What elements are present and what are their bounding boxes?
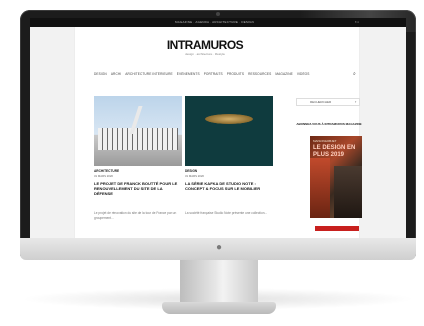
monitor-screen: MAGAZINE · AGENDA · ARCHITECTURE · DESIG…: [30, 18, 406, 238]
search-icon[interactable]: ⌕: [353, 71, 359, 77]
nav-item-archi[interactable]: ARCHI: [111, 72, 121, 78]
article-date-1: 31 MARS 2020: [94, 174, 113, 178]
sidebar-search-icon[interactable]: ›: [355, 99, 360, 105]
nav-item-resources[interactable]: RESSOURCES: [248, 72, 271, 78]
article-date-2: 31 MARS 2020: [185, 174, 204, 178]
ad-panel-red: [310, 158, 330, 218]
nav-item-magazine[interactable]: MAGAZINE: [275, 72, 292, 78]
sidebar-ad-banner[interactable]: MAISON&OBJET LE DESIGN EN PLUS 2019: [310, 136, 362, 218]
stage: MAGAZINE · AGENDA · ARCHITECTURE · DESIG…: [0, 0, 424, 326]
site-logo[interactable]: INTRAMUROS: [150, 38, 260, 52]
top-utility-links[interactable]: MAGAZINE · AGENDA · ARCHITECTURE · DESIG…: [175, 20, 315, 25]
site-tagline: design · architecture · lifestyle: [185, 52, 225, 56]
nav-item-events[interactable]: ÉVÉNEMENTS: [177, 72, 200, 78]
article-excerpt-1: Le projet de rénovation du site de la to…: [94, 211, 177, 220]
apple-logo-icon: ●: [215, 242, 223, 253]
monitor-stand-base: [162, 302, 276, 314]
nav-item-interior[interactable]: ARCHITECTURE INTÉRIEURE: [125, 72, 172, 78]
ad-panel-dark: [334, 166, 362, 218]
ad-headline: LE DESIGN EN PLUS 2019: [313, 145, 356, 158]
nav-item-design[interactable]: DESIGN: [94, 72, 107, 78]
nav-item-videos[interactable]: VIDÉOS: [297, 72, 310, 78]
nav-item-portraits[interactable]: PORTRAITS: [204, 72, 223, 78]
monitor-stand-neck: [180, 260, 258, 304]
page-gutter-right: [359, 18, 406, 238]
social-icons[interactable]: f t i: [355, 20, 375, 25]
building-facade: [98, 128, 178, 150]
article-image-2[interactable]: [185, 96, 273, 166]
article-excerpt-2: La société française Studio Note présent…: [185, 211, 268, 215]
article-title-1[interactable]: LE PROJET DE FRANCK BOUTTÉ POUR LE RENOU…: [94, 181, 178, 201]
page-gutter-left: [30, 18, 75, 238]
golden-object: [205, 114, 253, 124]
webcam-dot: [216, 12, 220, 16]
article-image-1[interactable]: [94, 96, 182, 166]
ad-footer-strip[interactable]: [315, 226, 359, 231]
ad-brand: MAISON&OBJET: [313, 139, 337, 143]
main-nav: DESIGN ARCHI ARCHITECTURE INTÉRIEURE ÉVÉ…: [94, 72, 344, 78]
nav-item-products[interactable]: PRODUITS: [227, 72, 244, 78]
sidebar-heading: ABONNEZ-VOUS À INTRAMUROS MAGAZINE: [296, 122, 362, 126]
article-title-2[interactable]: LA SÉRIE KAFKA DE STUDIO NOTE : CONCEPT …: [185, 181, 269, 201]
sidebar-search-label: RECHERCHER: [310, 100, 332, 104]
